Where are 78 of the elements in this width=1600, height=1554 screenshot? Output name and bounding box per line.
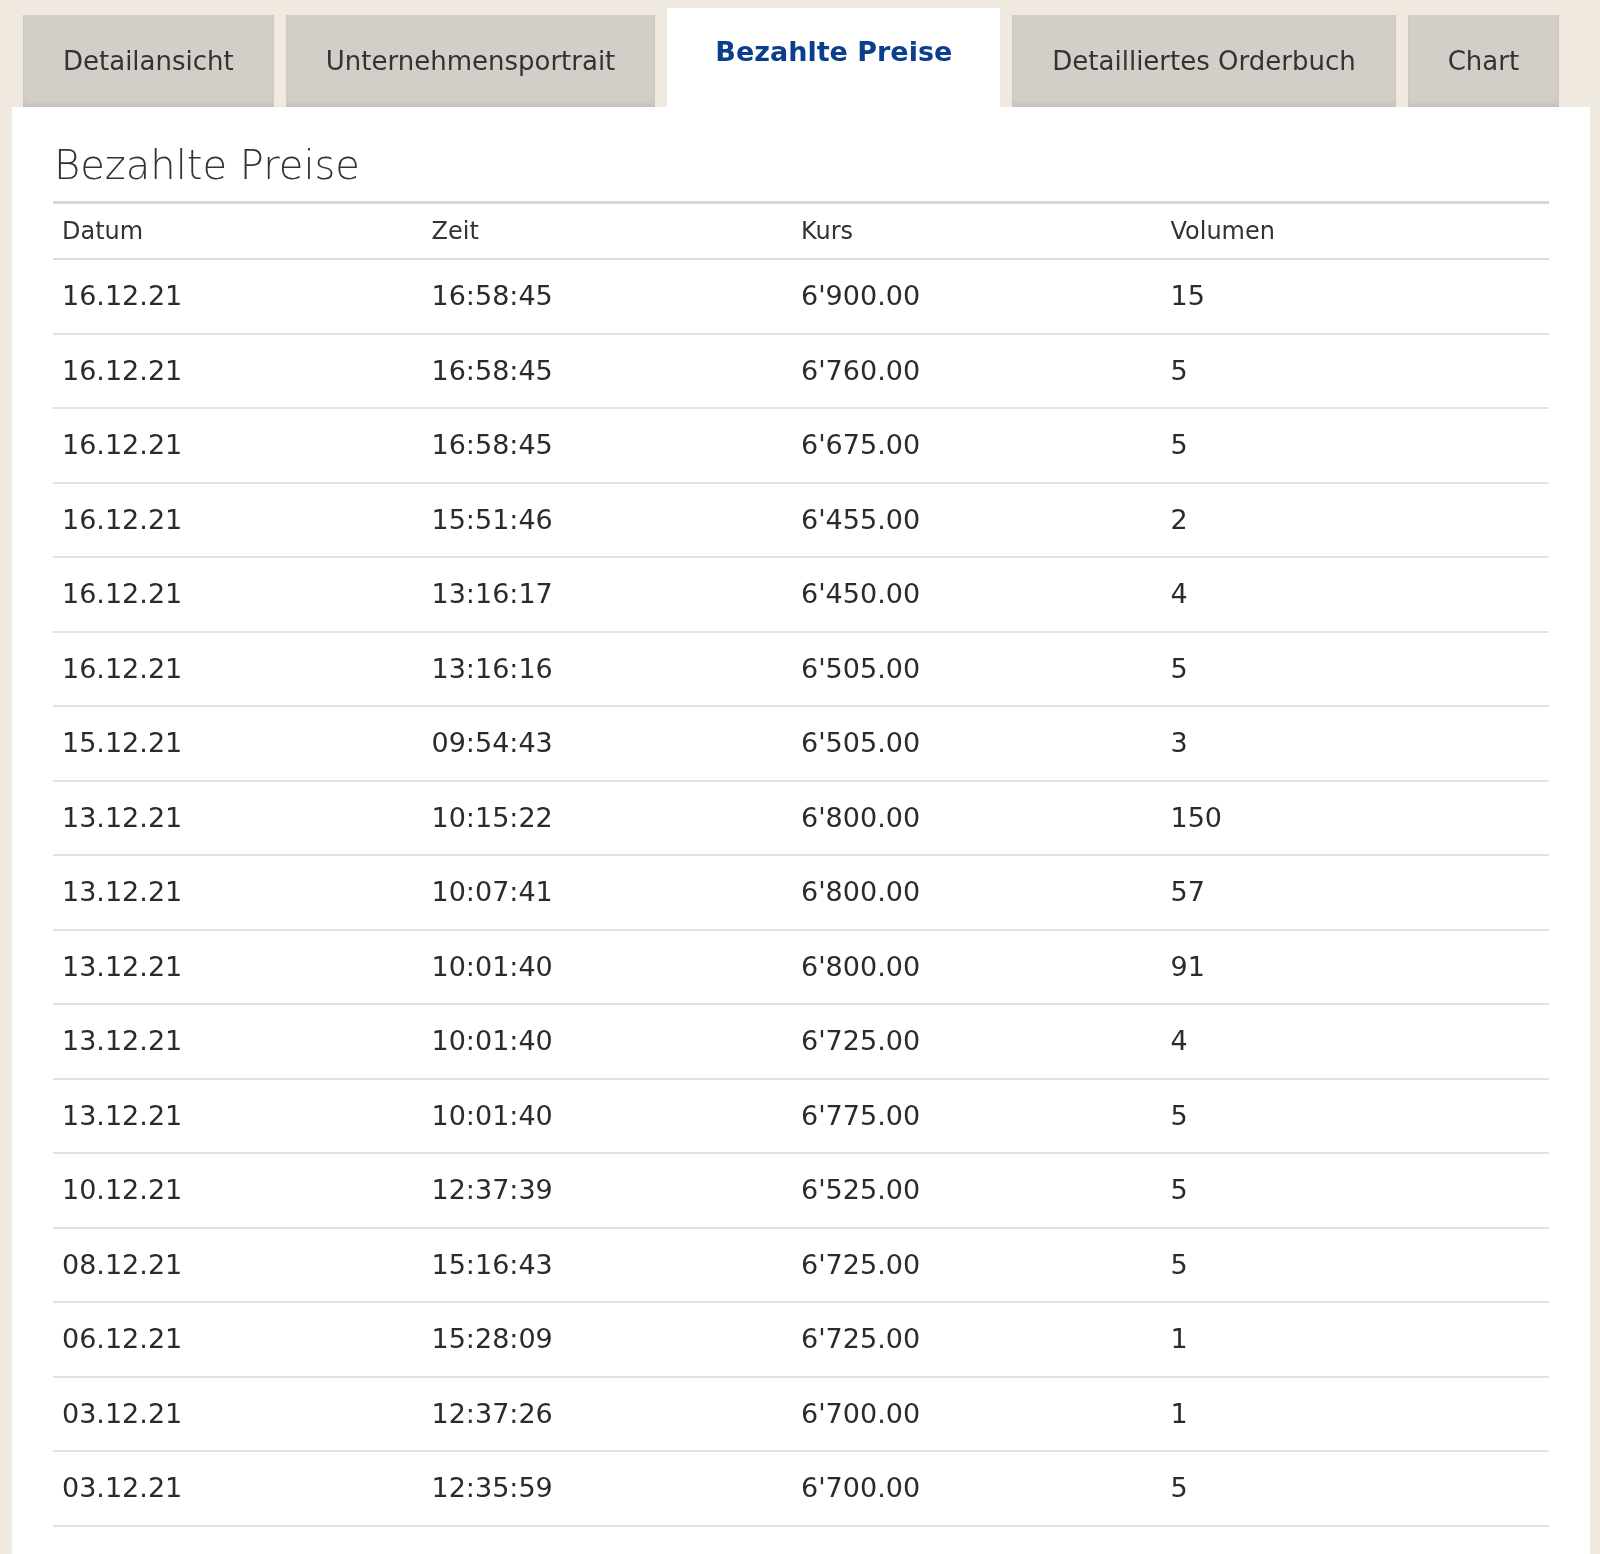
table-cell-text: 6'700.00 — [801, 1471, 921, 1505]
table-cell-text: 03.12.21 — [62, 1396, 183, 1431]
table-cell-text: 6'775.00 — [801, 1098, 921, 1133]
table-cell-text: 03.12.21 — [62, 1471, 183, 1505]
table-cell-text: 15.12.21 — [62, 726, 183, 760]
table-cell-text: 6'525.00 — [801, 1173, 921, 1207]
table-cell-text: 15:16:43 — [431, 1247, 553, 1282]
table-cell-text: 13:16:16 — [431, 651, 553, 686]
table-cell-text: 16:58:45 — [431, 353, 553, 388]
tab[interactable]: Chart — [1407, 15, 1560, 107]
table-cell-text: 6'800.00 — [801, 875, 921, 909]
table-cell-text: 08.12.21 — [62, 1247, 183, 1282]
table-cell-text: 15:28:09 — [431, 1322, 553, 1356]
table-cell-text: 13.12.21 — [62, 1024, 183, 1058]
table-cell-text: 12:37:26 — [431, 1396, 553, 1431]
table-cell-text: 06.12.21 — [62, 1322, 183, 1356]
tab[interactable]: Bezahlte Preise — [667, 8, 1001, 107]
table-cell-text: 2 — [1170, 502, 1188, 537]
table-cell-text: 10:01:40 — [431, 949, 553, 984]
table-cell-text: 6'760.00 — [801, 353, 921, 388]
table-cell-text: 5 — [1170, 1471, 1188, 1505]
tab[interactable]: Detailliertes Orderbuch — [1012, 15, 1396, 107]
table-cell-text: 6'725.00 — [801, 1322, 921, 1356]
table-cell-text: 3 — [1170, 726, 1188, 760]
table-cell-text: 6'725.00 — [801, 1247, 921, 1282]
table-cell-text: 5 — [1170, 1173, 1188, 1207]
table-cell-text: 1 — [1170, 1396, 1188, 1431]
table-cell-text: 13.12.21 — [62, 1098, 183, 1133]
table-cell-text: 15 — [1170, 279, 1205, 313]
table-cell-text: 4 — [1170, 1024, 1188, 1058]
table-cell-text: 10:07:41 — [431, 875, 553, 909]
table-cell-text: 5 — [1170, 353, 1188, 388]
table-cell-text: 6'900.00 — [801, 279, 921, 313]
table-cell-text: 6'800.00 — [801, 949, 921, 984]
table-cell-text: 10.12.21 — [62, 1173, 183, 1207]
table-cell-text: 5 — [1170, 428, 1188, 462]
table-cell-text: 16:58:45 — [431, 428, 553, 462]
table-cell-text: 10:15:22 — [431, 800, 553, 835]
table-cell-text: 6'505.00 — [801, 651, 921, 686]
column-header: Zeit — [431, 216, 479, 247]
column-header: Datum — [62, 216, 144, 247]
table-cell-text: 5 — [1170, 1098, 1188, 1133]
table-cell-text: 16.12.21 — [62, 428, 183, 462]
table-cell-text: 57 — [1170, 875, 1205, 909]
table-cell-text: 13:16:17 — [431, 577, 553, 611]
table-cell-text: 16.12.21 — [62, 279, 183, 313]
table-cell-text: 16.12.21 — [62, 502, 183, 537]
table-cell-text: 6'725.00 — [801, 1024, 921, 1058]
table-cell-text: 6'675.00 — [801, 428, 921, 462]
table-cell-text: 16.12.21 — [62, 651, 183, 686]
tab[interactable]: Unternehmensportrait — [285, 15, 656, 107]
table-cell-text: 5 — [1170, 1247, 1188, 1282]
table-cell-text: 6'800.00 — [801, 800, 921, 835]
column-header: Kurs — [801, 216, 854, 247]
table-cell-text: 13.12.21 — [62, 949, 183, 984]
table-cell-text: 16.12.21 — [62, 577, 183, 611]
column-header: Volumen — [1170, 216, 1275, 247]
table-cell-text: 12:35:59 — [431, 1471, 553, 1505]
table-cell-text: 5 — [1170, 651, 1188, 686]
table-cell-text: 4 — [1170, 577, 1188, 611]
table-cell-text: 150 — [1170, 800, 1223, 835]
table-cell-text: 6'450.00 — [801, 577, 921, 611]
table-cell-text: 10:01:40 — [431, 1024, 553, 1058]
table-cell-text: 16:58:45 — [431, 279, 553, 313]
table-cell-text: 12:37:39 — [431, 1173, 553, 1207]
table-cell-text: 15:51:46 — [431, 502, 553, 537]
table-cell-text: 10:01:40 — [431, 1098, 553, 1133]
table-cell-text: 13.12.21 — [62, 800, 183, 835]
tab[interactable]: Detailansicht — [23, 15, 274, 107]
table-cell-text: 91 — [1170, 949, 1205, 984]
section-heading: Bezahlte Preise — [54, 143, 361, 190]
table-cell-text: 6'505.00 — [801, 726, 921, 760]
table-cell-text: 6'700.00 — [801, 1396, 921, 1431]
table-cell-text: 16.12.21 — [62, 353, 183, 388]
table-cell-text: 09:54:43 — [431, 726, 553, 760]
table-cell-text: 13.12.21 — [62, 875, 183, 909]
table-cell-text: 6'455.00 — [801, 502, 921, 537]
table-cell-text: 1 — [1170, 1322, 1188, 1356]
